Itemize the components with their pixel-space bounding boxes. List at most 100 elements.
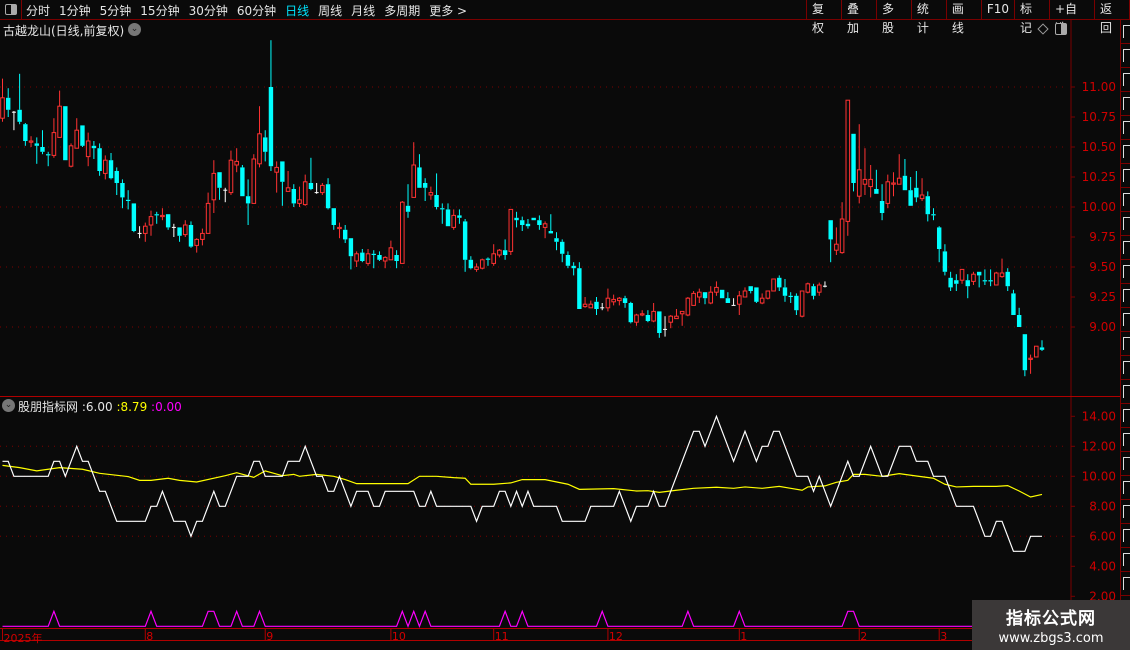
candle [811,283,816,300]
candle [302,174,308,206]
candle [6,88,11,117]
candle [462,219,468,272]
date-label: 1 [740,630,748,643]
candle [223,187,228,203]
candle-body [91,145,97,149]
candle-body [451,214,457,228]
candle-body [788,295,793,297]
candle-body [182,224,188,236]
candle [834,227,839,255]
candle [1028,354,1033,374]
candle [542,221,548,239]
candle [742,287,748,298]
candle-body [200,232,205,240]
candle [422,178,428,201]
candle-body [794,295,799,311]
candle [85,132,91,167]
candle-body [571,265,576,269]
indicator-chevron-icon[interactable]: ⌄ [2,399,15,412]
candle [1005,268,1010,291]
candle [754,287,759,303]
candle-body [988,280,993,282]
candle-body [400,201,405,264]
candle-body [542,223,548,228]
candle-body [382,256,388,262]
candle [74,118,80,149]
candle-body [308,183,314,189]
candle-body [548,231,554,234]
candle-body [994,272,999,286]
candle [657,311,662,338]
candle [965,274,970,299]
quote-cell [1121,140,1130,164]
candle [931,208,936,221]
candle [491,244,496,266]
candle-body [622,298,628,303]
candle-body [771,278,776,292]
indicator-name: 股朋指标网 [18,400,79,414]
candle [342,225,348,243]
date-label: 8 [146,630,154,643]
candle [971,271,976,285]
candle [142,222,148,242]
candle-body [57,105,62,138]
quote-cell [1121,308,1130,332]
candle-body [1005,271,1010,287]
candle-body [565,255,571,266]
quote-cell [1121,524,1130,548]
candle-body [371,253,376,255]
quote-cell [1121,188,1130,212]
candle [908,177,913,206]
candle [1039,340,1045,351]
candle-body [959,268,965,281]
candle-body [177,227,182,236]
watermark-url: www.zbgs3.com [998,631,1104,646]
candle [708,286,714,305]
price-tick-label: 9.25 [1089,290,1116,304]
candle [51,118,57,158]
candle-body [674,315,679,320]
candle [297,186,302,207]
candle [325,178,331,210]
candle-body [862,178,868,185]
candle [440,203,445,224]
candle [942,244,948,276]
watermark: 指标公式网 www.zbgs3.com [972,600,1130,650]
date-label: 2 [860,630,868,643]
candle [719,289,725,299]
candle [371,250,376,269]
candle-body [377,255,382,260]
candle-body [228,159,234,194]
candle [502,239,508,260]
candle [514,211,519,228]
candle [177,227,182,242]
candle-body [525,223,531,227]
candle-body [234,160,239,166]
candle [639,310,645,317]
candle [594,297,599,315]
kline-chart[interactable]: 11.00 10.75 10.50 10.25 10.00 9.75 9.50 9.25 9.0… [0,0,1130,650]
indicator-tick-label: 12.00 [1082,439,1116,453]
candle [63,106,68,161]
candle [600,303,605,311]
quote-cell [1121,356,1130,380]
candle [725,292,731,303]
candle-body [582,303,588,308]
quote-side-panel [1120,20,1130,650]
candle-body [634,314,639,323]
candle [485,257,491,266]
candle-body [719,289,725,299]
candle-body [742,290,748,298]
indicator-tick-label: 10.00 [1082,469,1116,483]
candle-body [902,175,908,191]
price-tick-label: 10.50 [1082,140,1116,154]
candle [976,271,982,288]
candle [919,178,925,201]
candle-body [668,315,674,323]
candle-body [245,196,251,204]
candle [828,220,833,263]
candle-body [748,286,753,291]
indicator-value-magenta: :0.00 [151,400,182,414]
candle-body [280,161,285,182]
candle-body [856,169,862,197]
